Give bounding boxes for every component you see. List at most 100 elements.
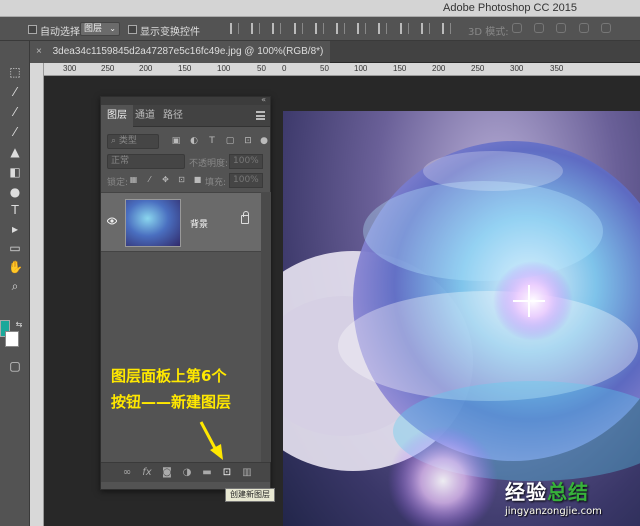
- eyedropper-icon[interactable]: ⁄: [8, 105, 22, 119]
- magic-wand-icon[interactable]: ⁄: [8, 85, 22, 99]
- distribute-top-icon[interactable]: [357, 23, 367, 34]
- document-tab-label: 3dea34c1159845d2a47287e5c16fc49e.jpg @ 1…: [52, 46, 324, 57]
- smart-object-filter-icon[interactable]: ⊡: [243, 136, 253, 146]
- auto-select-label: 自动选择:: [40, 27, 84, 38]
- align-buttons: [230, 23, 460, 35]
- ruler-tick: 200: [432, 64, 446, 73]
- close-icon[interactable]: ×: [36, 46, 42, 57]
- brush-icon[interactable]: ⁄: [8, 125, 22, 139]
- blend-mode-dropdown[interactable]: 正常: [107, 154, 185, 169]
- stamp-icon[interactable]: ▲: [8, 145, 22, 159]
- pan-3d-icon[interactable]: [556, 23, 567, 33]
- new-layer-icon[interactable]: ⊡: [221, 467, 233, 479]
- fx-icon[interactable]: fx: [141, 467, 153, 479]
- zoom-tool-icon[interactable]: ⌕: [8, 279, 22, 293]
- marquee-tool-icon[interactable]: ⬚: [8, 65, 22, 79]
- lock-transparent-icon[interactable]: ▦: [129, 175, 138, 184]
- distribute-center-icon[interactable]: [441, 23, 451, 34]
- eraser-icon[interactable]: ◧: [8, 165, 22, 179]
- toolbox: ⬚ ⁄ ⁄ ⁄ ▲ ◧ ● T ▸ ▭ ✋ ⌕ ⇆ ▢: [0, 41, 30, 526]
- watermark-brand-a: 经验: [505, 480, 547, 504]
- quick-mask-icon[interactable]: ▢: [8, 359, 22, 373]
- opacity-field[interactable]: 100%: [229, 154, 263, 169]
- align-center-icon[interactable]: [314, 23, 324, 34]
- annotation-line-2: 按钮——新建图层: [111, 393, 232, 411]
- ruler-tick: 300: [63, 64, 77, 73]
- background-color-swatch[interactable]: [5, 331, 19, 347]
- shape-filter-icon[interactable]: ▢: [225, 136, 235, 146]
- type-tool-icon[interactable]: T: [8, 203, 22, 217]
- pen-icon[interactable]: ●: [8, 185, 22, 199]
- distribute-bottom-icon[interactable]: [399, 23, 409, 34]
- scale-3d-icon[interactable]: [600, 23, 611, 33]
- panel-menu-icon[interactable]: [256, 111, 265, 120]
- ruler-tick: 100: [354, 64, 368, 73]
- lock-position-icon[interactable]: ✥: [161, 175, 170, 184]
- rectangle-tool-icon[interactable]: ▭: [8, 241, 22, 255]
- align-bottom-icon[interactable]: [272, 23, 282, 34]
- mode-3d-buttons: [512, 23, 620, 36]
- distribute-middle-icon[interactable]: [378, 23, 388, 34]
- hand-tool-icon[interactable]: ✋: [8, 260, 23, 274]
- lock-all-icon[interactable]: ■: [193, 175, 202, 184]
- slide-3d-icon[interactable]: [578, 23, 589, 33]
- ruler-tick: 0: [282, 64, 287, 73]
- tab-paths[interactable]: 路径: [157, 105, 189, 127]
- opacity-label: 不透明度:: [189, 159, 229, 169]
- fill-value: 100%: [233, 175, 259, 185]
- fill-field[interactable]: 100%: [229, 173, 263, 188]
- canvas-image[interactable]: [283, 111, 640, 526]
- watermark-url: jingyanzongjie.com: [505, 506, 602, 517]
- filter-kind-dropdown[interactable]: ⌕ 类型: [107, 134, 159, 149]
- ruler-tick: 50: [257, 64, 266, 73]
- folder-icon[interactable]: ▬: [201, 467, 213, 479]
- filter-toggle-icon[interactable]: ●: [259, 136, 269, 146]
- adjustment-filter-icon[interactable]: ◐: [189, 136, 199, 146]
- watermark: 经验总结 jingyanzongjie.com: [505, 476, 602, 517]
- collapse-icon[interactable]: «: [261, 95, 266, 104]
- align-middle-icon[interactable]: [251, 23, 261, 34]
- layer-name[interactable]: 背景: [190, 217, 208, 230]
- align-left-icon[interactable]: [293, 23, 303, 34]
- annotation-arrow-icon: [199, 421, 223, 460]
- crystal-ball-illustration: [283, 141, 640, 526]
- orbit-3d-icon[interactable]: [512, 23, 522, 33]
- panel-header[interactable]: «: [101, 95, 270, 105]
- roll-3d-icon[interactable]: [534, 23, 545, 33]
- swap-colors-icon[interactable]: ⇆: [12, 318, 26, 332]
- lock-pixels-icon[interactable]: ⁄: [145, 175, 154, 184]
- ruler-tick: 250: [101, 64, 115, 73]
- lock-label: 锁定:: [107, 178, 129, 188]
- blend-mode-value: 正常: [111, 156, 130, 166]
- watermark-brand: 经验总结: [505, 476, 602, 505]
- ruler-tick: 300: [510, 64, 524, 73]
- path-select-icon[interactable]: ▸: [8, 222, 22, 236]
- align-top-icon[interactable]: [230, 23, 239, 34]
- trash-icon[interactable]: ▥: [241, 467, 253, 479]
- layer-thumbnail[interactable]: [125, 199, 181, 247]
- type-filter-icon[interactable]: T: [207, 136, 217, 146]
- align-right-icon[interactable]: [335, 23, 345, 34]
- layer-filter-row: ⌕ 类型 ▣ ◐ T ▢ ⊡ ●: [107, 134, 269, 150]
- auto-select-checkbox[interactable]: [28, 25, 37, 34]
- layers-panel: « 图层 通道 路径 ⌕ 类型 ▣ ◐ T ▢ ⊡ ● 正常 不透明度: 100…: [100, 95, 271, 490]
- auto-select-dropdown[interactable]: 图层 ⌄: [80, 22, 120, 36]
- mask-icon[interactable]: ◙: [161, 467, 173, 479]
- tab-layers-label: 图层: [107, 110, 127, 121]
- document-tab[interactable]: × 3dea34c1159845d2a47287e5c16fc49e.jpg @…: [30, 41, 330, 63]
- eye-icon[interactable]: [107, 217, 117, 225]
- opacity-value: 100%: [233, 156, 259, 166]
- layer-row[interactable]: 背景: [101, 192, 261, 252]
- image-filter-icon[interactable]: ▣: [171, 136, 181, 146]
- lock-artboard-icon[interactable]: ⊡: [177, 175, 186, 184]
- distribute-left-icon[interactable]: [420, 23, 430, 34]
- app-title: Adobe Photoshop CC 2015: [443, 2, 577, 14]
- ruler-tick: 150: [393, 64, 407, 73]
- layer-lock-icon[interactable]: [241, 211, 249, 224]
- link-icon[interactable]: ∞: [121, 467, 133, 479]
- ruler-tick: 200: [139, 64, 153, 73]
- adjustment-icon[interactable]: ◑: [181, 467, 193, 479]
- panel-scrollbar[interactable]: [261, 192, 271, 462]
- show-transform-checkbox[interactable]: [128, 25, 137, 34]
- title-bar: Adobe Photoshop CC 2015: [0, 0, 640, 17]
